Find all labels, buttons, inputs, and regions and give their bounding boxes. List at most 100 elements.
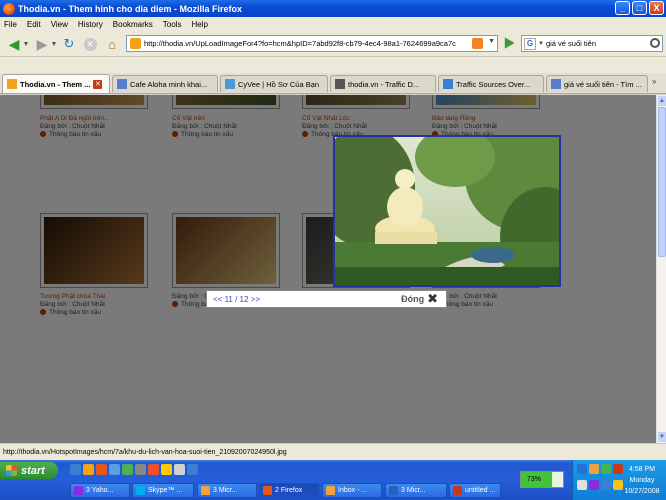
menu-edit[interactable]: Edit	[27, 20, 41, 29]
search-icon[interactable]	[650, 38, 660, 48]
close-label: Đóng	[401, 294, 425, 304]
menu-file[interactable]: File	[4, 20, 17, 29]
quick-launch-icon[interactable]	[70, 464, 81, 475]
quick-launch-icon[interactable]	[96, 464, 107, 475]
url-input[interactable]	[144, 39, 464, 48]
tray-icon[interactable]	[577, 464, 587, 474]
close-x-icon: ✖	[427, 291, 438, 306]
taskbar-label: 3 Yaho...	[86, 487, 114, 494]
url-dropdown-icon[interactable]: ▼	[488, 38, 495, 45]
taskbar-label: untitled ...	[465, 487, 496, 494]
tray-icon[interactable]	[589, 464, 599, 474]
taskbar-app-icon	[201, 486, 210, 495]
taskbar-app-icon	[389, 486, 398, 495]
tray-icon[interactable]	[601, 480, 611, 490]
tab-label: CyVee | Hồ Sơ Của Bạn	[238, 79, 320, 89]
taskbar-button[interactable]: Inbox - ...	[322, 483, 382, 498]
scroll-thumb[interactable]	[658, 107, 666, 257]
scroll-up-icon[interactable]: ▲	[658, 96, 666, 106]
menu-bookmarks[interactable]: Bookmarks	[113, 20, 153, 29]
address-bar[interactable]: ▼	[126, 35, 498, 52]
close-button[interactable]: X	[649, 1, 664, 15]
menu-tools[interactable]: Tools	[163, 20, 182, 29]
tab-6[interactable]: giá vé suối tiên - Tìm ...	[546, 75, 648, 92]
taskbar-button[interactable]: Skype™ ...	[132, 483, 194, 498]
quick-launch-icon[interactable]	[109, 464, 120, 475]
search-bar[interactable]: G ▼	[521, 35, 663, 52]
taskbar-button[interactable]: 3 Micr...	[197, 483, 257, 498]
taskbar-label: 3 Micr...	[213, 487, 238, 494]
menu-view[interactable]: View	[51, 20, 68, 29]
window-title: Thodia.vn - Them hinh cho dia diem - Moz…	[18, 3, 243, 14]
lightbox-close-button[interactable]: Đóng ✖	[401, 291, 438, 306]
taskbar-button[interactable]: 3 Micr...	[385, 483, 447, 498]
tray-icon[interactable]	[613, 480, 623, 490]
tab-label: Cafe Aloha minh khai...	[130, 79, 208, 89]
quick-launch-icon[interactable]	[174, 464, 185, 475]
taskbar-button[interactable]: 3 Yaho...	[70, 483, 130, 498]
tray-icon[interactable]	[613, 464, 623, 474]
start-button[interactable]: start	[0, 462, 58, 479]
taskbar-app-icon	[136, 486, 145, 495]
taskbar-button[interactable]: 2 Firefox	[259, 483, 319, 498]
tab-label: Traffic Sources Over...	[456, 79, 531, 89]
tab-overflow-icon[interactable]: »	[652, 77, 656, 86]
image-pager[interactable]: << 11 / 12 >>	[213, 295, 260, 304]
maximize-button[interactable]: □	[632, 1, 647, 15]
quick-launch-icon[interactable]	[187, 464, 198, 475]
taskbar-button[interactable]: untitled ...	[449, 483, 501, 498]
tab-4[interactable]: thodia.vn - Traffic D...	[330, 75, 436, 92]
scroll-down-icon[interactable]: ▼	[658, 432, 666, 442]
tab-5[interactable]: Traffic Sources Over...	[438, 75, 544, 92]
tab-favicon-icon	[443, 79, 453, 89]
tab-favicon-icon	[117, 79, 127, 89]
taskbar-app-icon	[263, 486, 272, 495]
quick-launch-icon[interactable]	[122, 464, 133, 475]
quick-launch-icon[interactable]	[161, 464, 172, 475]
reload-icon[interactable]: ↻	[60, 35, 78, 53]
google-engine-icon[interactable]: G	[524, 37, 536, 50]
tab-3[interactable]: CyVee | Hồ Sơ Của Bạn	[220, 75, 328, 92]
tray-icon[interactable]	[601, 464, 611, 474]
go-arrow-icon[interactable]	[504, 37, 515, 49]
clock-day: Monday	[629, 477, 655, 484]
menu-history[interactable]: History	[78, 20, 103, 29]
system-tray: 4:58 PM Monday 10/27/2008	[572, 460, 666, 500]
vertical-scrollbar[interactable]: ▲ ▼	[656, 95, 666, 443]
navigation-toolbar: ◀ ▼ ▶ ▼ ↻ ✕ ⌂ ▼ G ▼	[0, 31, 666, 57]
stop-icon[interactable]: ✕	[81, 35, 99, 53]
forward-arrow-icon[interactable]: ▶	[32, 35, 52, 53]
quick-launch-icon[interactable]	[148, 464, 159, 475]
battery-meter: 73%	[520, 471, 564, 488]
tab-2[interactable]: Cafe Aloha minh khai...	[112, 75, 218, 92]
taskbar-label: 2 Firefox	[275, 487, 303, 494]
taskbar: start 73% 4:58 PM Monday 10/27/2008 3 Ya…	[0, 460, 666, 500]
taskbar-app-icon	[326, 486, 335, 495]
title-bar: Thodia.vn - Them hinh cho dia diem - Moz…	[0, 0, 666, 17]
rss-feed-icon[interactable]	[472, 38, 483, 49]
forward-history-dropdown-icon[interactable]: ▼	[50, 35, 58, 53]
buddha-statue-photo	[335, 137, 559, 285]
search-input[interactable]	[545, 39, 646, 48]
tab-1[interactable]: Thodia.vn - Them ... ✕	[2, 74, 110, 93]
tab-strip-spacer	[0, 57, 666, 73]
engine-dropdown-icon[interactable]: ▼	[538, 41, 544, 47]
quick-launch-icon[interactable]	[83, 464, 94, 475]
quick-launch-icon[interactable]	[135, 464, 146, 475]
windows-logo-icon	[6, 465, 17, 476]
taskbar-app-icon	[453, 486, 462, 495]
tab-close-icon[interactable]: ✕	[93, 79, 103, 89]
taskbar-label: Skype™ ...	[148, 487, 183, 494]
tab-label: Thodia.vn - Them ...	[20, 79, 91, 89]
tab-label: giá vé suối tiên - Tìm ...	[564, 79, 642, 89]
tray-icon[interactable]	[577, 480, 587, 490]
tab-favicon-icon	[335, 79, 345, 89]
home-icon[interactable]: ⌂	[103, 35, 121, 53]
status-bar: http://thodia.vn/HotspotImages/hcm/7a/kh…	[0, 443, 666, 460]
clock[interactable]: 4:58 PM Monday 10/27/2008	[622, 464, 662, 497]
menu-help[interactable]: Help	[191, 20, 207, 29]
tray-icon[interactable]	[589, 480, 599, 490]
minimize-button[interactable]: _	[615, 1, 630, 15]
lightbox-photo	[333, 135, 561, 287]
back-history-dropdown-icon[interactable]: ▼	[22, 35, 30, 53]
